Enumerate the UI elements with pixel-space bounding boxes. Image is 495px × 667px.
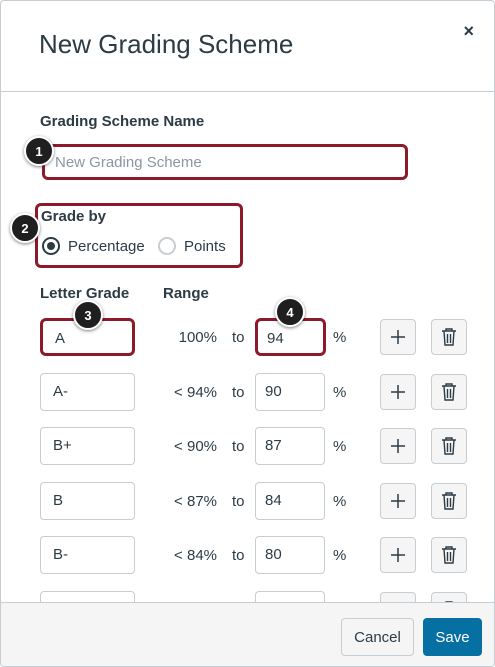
table-row: A- < 94% to 90 % xyxy=(1,373,494,413)
add-row-button[interactable] xyxy=(380,483,416,519)
table-row: B- < 84% to 80 % xyxy=(1,536,494,576)
to-label: to xyxy=(232,493,245,510)
radio-percentage-label: Percentage xyxy=(68,237,145,255)
percent-symbol: % xyxy=(333,329,347,346)
plus-icon xyxy=(391,385,405,399)
delete-row-button[interactable] xyxy=(431,483,467,519)
trash-icon xyxy=(442,383,456,401)
range-min-text: 100% xyxy=(178,329,217,346)
trash-icon xyxy=(442,492,456,510)
table-row: B+ < 90% to 87 % xyxy=(1,427,494,467)
range-min-text: < 94% xyxy=(174,384,217,401)
radio-percentage[interactable]: Percentage xyxy=(42,237,145,255)
dialog-footer: Cancel Save xyxy=(1,602,494,666)
percent-symbol: % xyxy=(333,493,347,510)
trash-icon xyxy=(442,546,456,564)
delete-row-button[interactable] xyxy=(431,537,467,573)
scheme-name-input[interactable] xyxy=(42,144,408,180)
add-row-button[interactable] xyxy=(380,592,416,602)
range-max-input[interactable]: 87 xyxy=(255,427,325,465)
trash-icon xyxy=(442,437,456,455)
plus-icon xyxy=(391,548,405,562)
to-label: to xyxy=(232,547,245,564)
letter-grade-input[interactable]: B- xyxy=(40,536,135,574)
add-row-button[interactable] xyxy=(380,537,416,573)
save-button[interactable]: Save xyxy=(423,618,482,656)
percent-symbol: % xyxy=(333,438,347,455)
to-label: to xyxy=(232,329,245,346)
add-row-button[interactable] xyxy=(380,374,416,410)
radio-points[interactable]: Points xyxy=(158,237,226,255)
cancel-button[interactable]: Cancel xyxy=(341,618,414,656)
trash-icon xyxy=(442,328,456,346)
range-min-text: < 90% xyxy=(174,438,217,455)
range-max-input[interactable]: 84 xyxy=(255,482,325,520)
plus-icon xyxy=(391,330,405,344)
percent-symbol: % xyxy=(333,547,347,564)
callout-2: 2 xyxy=(10,213,40,243)
add-row-button[interactable] xyxy=(380,319,416,355)
dialog-header: New Grading Scheme × xyxy=(1,1,494,92)
grading-scheme-dialog: New Grading Scheme × Grading Scheme Name… xyxy=(0,0,495,667)
letter-grade-input[interactable] xyxy=(40,591,135,602)
table-row-partial xyxy=(1,591,494,602)
range-max-input[interactable]: 80 xyxy=(255,536,325,574)
callout-1: 1 xyxy=(24,136,54,166)
table-row: B < 87% to 84 % xyxy=(1,482,494,522)
grade-by-group: Grade by Percentage Points xyxy=(35,203,243,268)
range-max-input[interactable] xyxy=(255,591,325,602)
range-max-input[interactable]: 90 xyxy=(255,373,325,411)
radio-unselected-icon xyxy=(158,237,176,255)
range-header: Range xyxy=(163,285,209,302)
letter-grade-input[interactable]: B+ xyxy=(40,427,135,465)
plus-icon xyxy=(391,494,405,508)
radio-selected-icon xyxy=(42,237,60,255)
add-row-button[interactable] xyxy=(380,428,416,464)
plus-icon xyxy=(391,439,405,453)
close-icon[interactable]: × xyxy=(463,21,474,42)
dialog-body: Grading Scheme Name Grade by Percentage … xyxy=(1,92,494,602)
radio-points-label: Points xyxy=(184,237,226,255)
delete-row-button[interactable] xyxy=(431,428,467,464)
percent-symbol: % xyxy=(333,384,347,401)
delete-row-button[interactable] xyxy=(431,374,467,410)
dialog-title: New Grading Scheme xyxy=(39,29,294,59)
letter-grade-input[interactable]: B xyxy=(40,482,135,520)
range-min-text: < 84% xyxy=(174,547,217,564)
to-label: to xyxy=(232,438,245,455)
callout-4: 4 xyxy=(275,297,305,327)
letter-grade-input[interactable]: A- xyxy=(40,373,135,411)
callout-3: 3 xyxy=(73,300,103,330)
scheme-name-label: Grading Scheme Name xyxy=(40,113,205,130)
grade-by-label: Grade by xyxy=(41,208,107,225)
to-label: to xyxy=(232,384,245,401)
range-min-text: < 87% xyxy=(174,493,217,510)
delete-row-button[interactable] xyxy=(431,319,467,355)
table-row: A 100% to 94 % xyxy=(1,318,494,358)
delete-row-button[interactable] xyxy=(431,592,467,602)
